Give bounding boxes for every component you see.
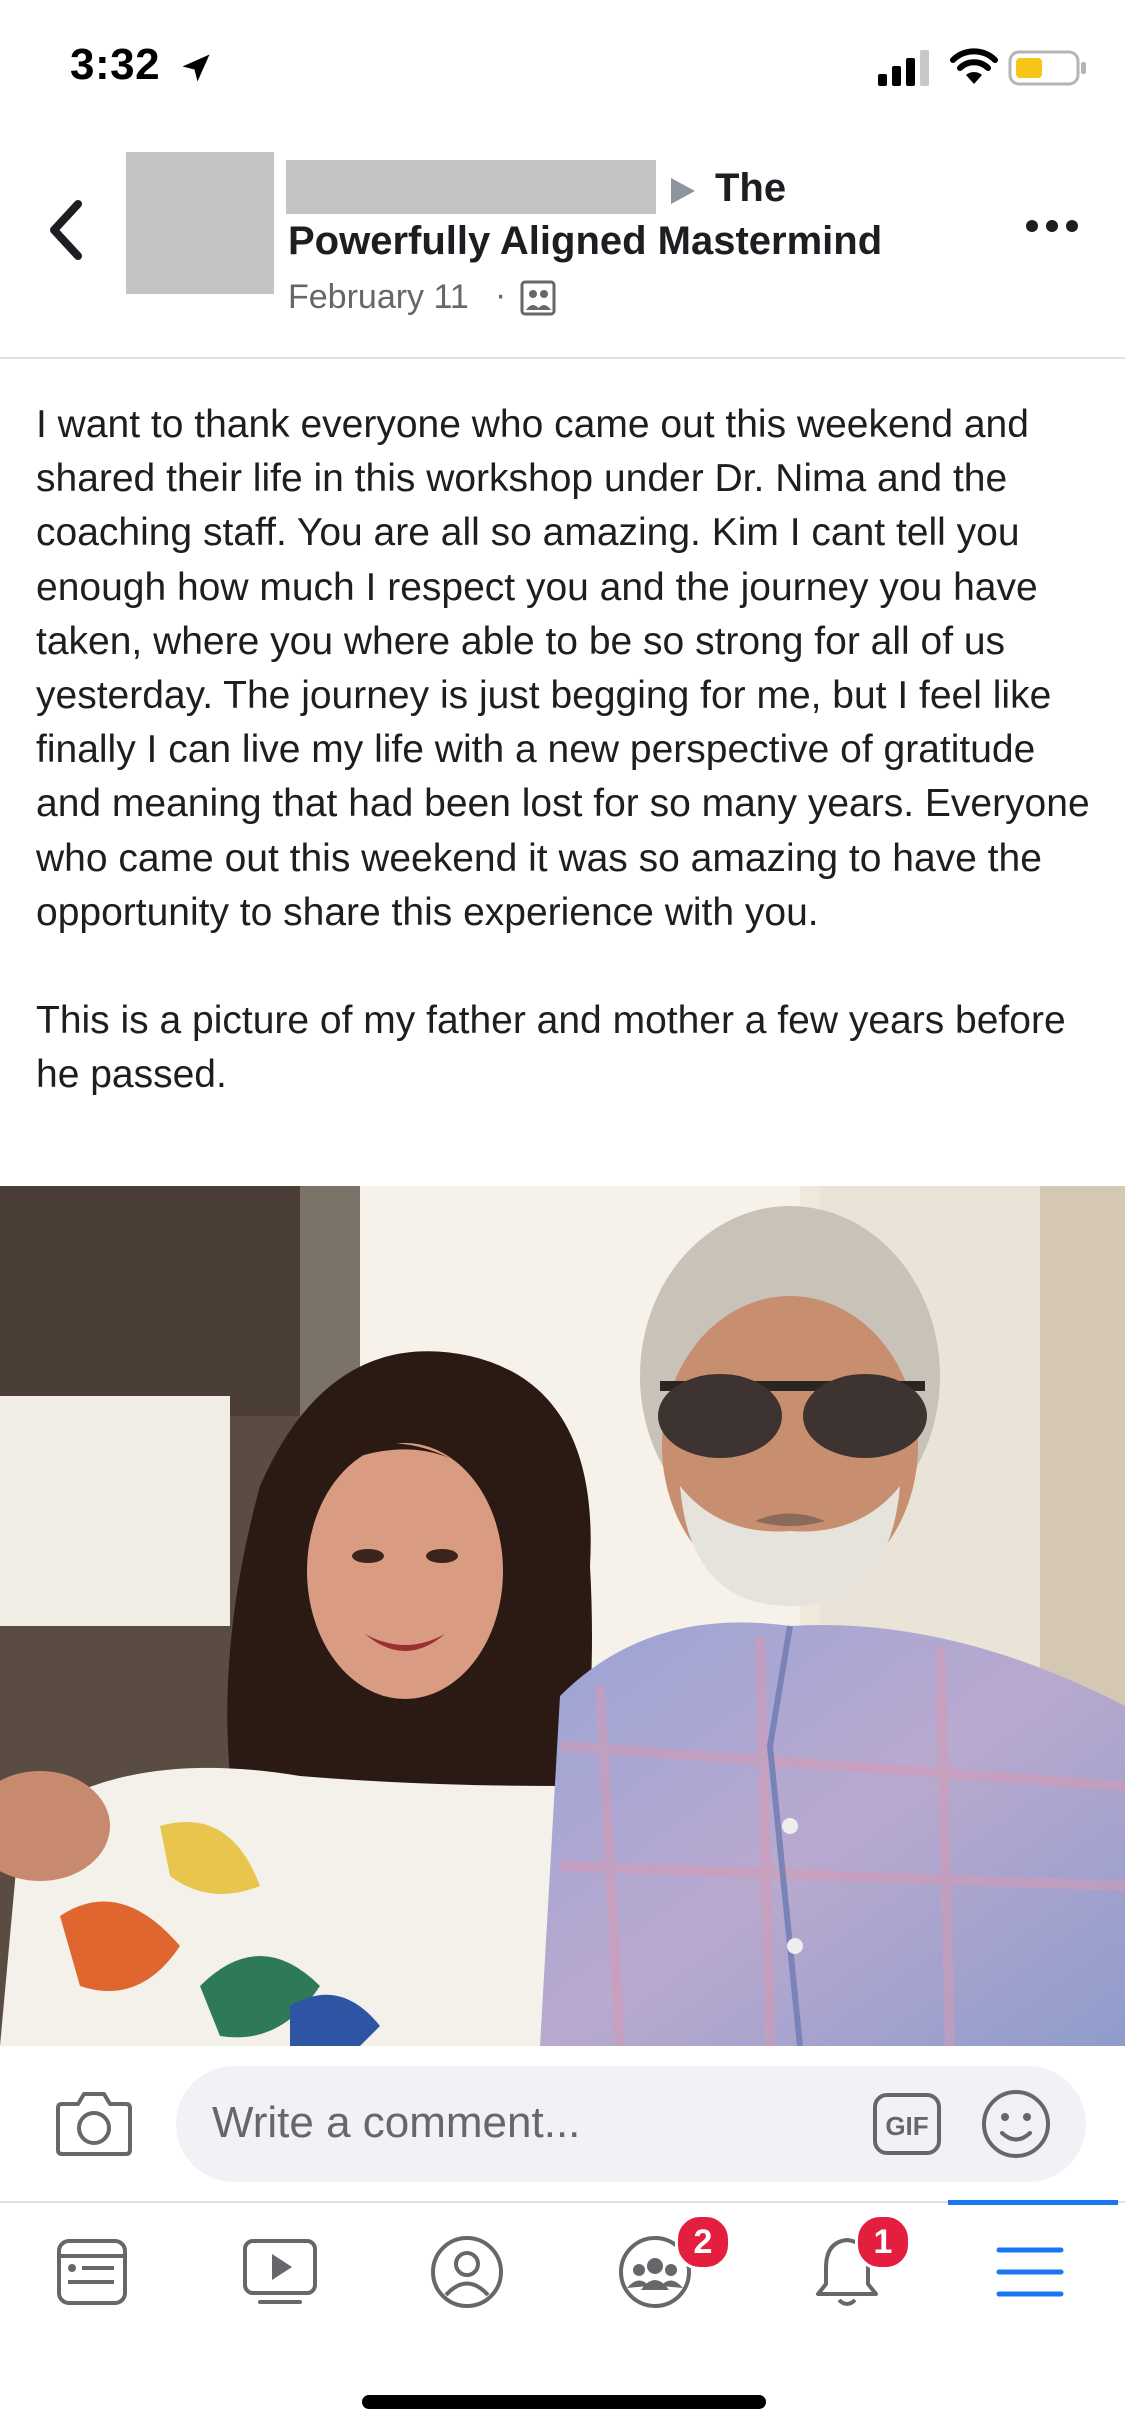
notifications-badge: 1: [855, 2214, 911, 2270]
post-photo[interactable]: [0, 1186, 1125, 2046]
battery-icon: [1008, 50, 1086, 86]
news-feed-icon: [57, 2239, 127, 2305]
home-indicator[interactable]: [362, 2395, 766, 2409]
profile-icon: [431, 2236, 503, 2308]
cellular-signal-icon: [878, 50, 929, 86]
post-paragraph: This is a picture of my father and mothe…: [36, 999, 1066, 1097]
nav-profile[interactable]: [407, 2222, 527, 2322]
location-arrow-icon: [182, 54, 210, 82]
author-avatar-redacted[interactable]: [126, 152, 274, 294]
camera-icon[interactable]: [56, 2088, 132, 2156]
back-chevron-icon[interactable]: [44, 198, 90, 262]
nav-news-feed[interactable]: [32, 2222, 152, 2322]
group-privacy-icon: [520, 280, 556, 316]
post-paragraph: I want to thank everyone who came out th…: [36, 403, 1090, 934]
status-time: 3:32: [70, 40, 161, 89]
groups-badge: 2: [675, 2214, 731, 2270]
post-body: I want to thank everyone who came out th…: [36, 398, 1096, 1103]
wifi-icon: [950, 48, 998, 84]
group-name-prefix[interactable]: The: [715, 166, 786, 211]
gif-label: GIF: [885, 2111, 928, 2141]
shared-to-arrow-icon: [671, 178, 695, 204]
emoji-icon[interactable]: [980, 2088, 1052, 2160]
header-divider: [0, 357, 1125, 359]
more-options-icon[interactable]: [1024, 214, 1080, 238]
group-name[interactable]: Powerfully Aligned Mastermind: [288, 219, 882, 264]
nav-active-indicator: [948, 2200, 1118, 2205]
comment-placeholder[interactable]: Write a comment...: [212, 2098, 580, 2148]
menu-icon: [996, 2247, 1064, 2297]
post-date[interactable]: February 11: [288, 278, 469, 317]
gif-button[interactable]: GIF: [872, 2092, 942, 2156]
nav-menu[interactable]: [970, 2222, 1090, 2322]
nav-watch[interactable]: [220, 2222, 340, 2322]
watch-icon: [243, 2239, 317, 2304]
author-name-redacted[interactable]: [286, 160, 656, 214]
date-separator: ·: [495, 276, 507, 314]
